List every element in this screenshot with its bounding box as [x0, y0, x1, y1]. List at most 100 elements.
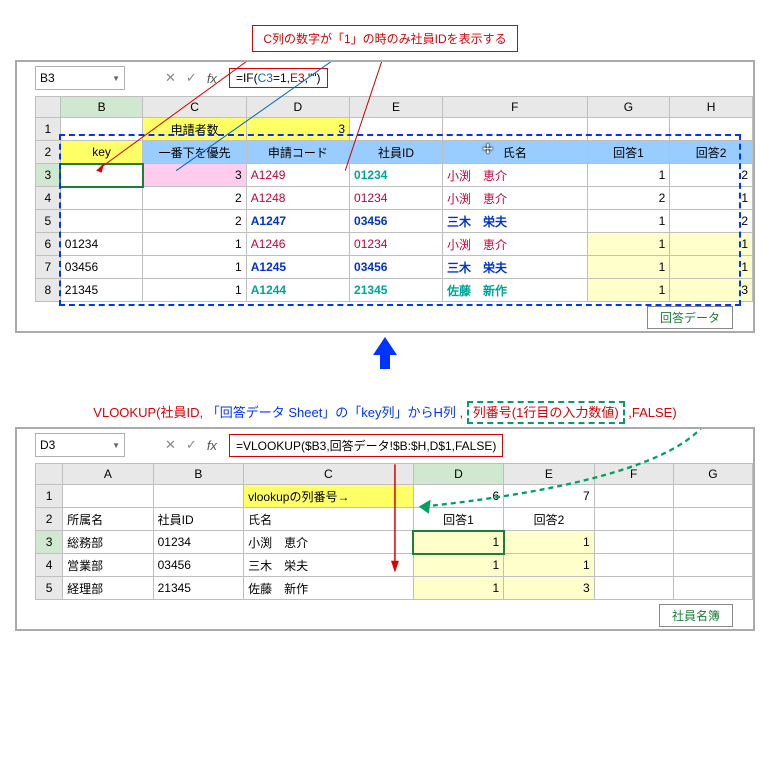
dropdown-icon[interactable]: ▼ — [112, 441, 120, 450]
cell[interactable]: 総務部 — [63, 531, 153, 554]
cell[interactable]: 03456 — [60, 256, 143, 279]
cell[interactable]: 回答1 — [587, 141, 670, 164]
cell[interactable]: 社員ID — [350, 141, 443, 164]
cell[interactable]: 経理部 — [63, 577, 153, 600]
cell[interactable]: 小渕 恵介 — [443, 233, 588, 256]
enter-icon[interactable]: ✓ — [186, 70, 197, 86]
cell[interactable]: 1 — [670, 233, 753, 256]
col-header[interactable]: B — [153, 464, 243, 485]
col-header[interactable]: D — [413, 464, 503, 485]
row-header[interactable]: 3 — [36, 164, 61, 187]
cell[interactable]: 21345 — [153, 577, 243, 600]
cell[interactable]: 氏名 — [244, 508, 414, 531]
cell[interactable]: 21345 — [350, 279, 443, 302]
fx-icon[interactable]: fx — [207, 438, 217, 453]
cell[interactable]: 03456 — [350, 256, 443, 279]
fx-icon[interactable]: fx — [207, 71, 217, 86]
row-header[interactable]: 7 — [36, 256, 61, 279]
cell[interactable]: A1245 — [246, 256, 349, 279]
cell[interactable]: 2 — [670, 164, 753, 187]
cell[interactable]: A1247 — [246, 210, 349, 233]
cell[interactable]: A1244 — [246, 279, 349, 302]
cell[interactable]: 社員ID — [153, 508, 243, 531]
cell[interactable]: A1248 — [246, 187, 349, 210]
cell[interactable]: 01234 — [60, 233, 143, 256]
cell[interactable]: 1 — [670, 256, 753, 279]
cell[interactable] — [60, 210, 143, 233]
cell[interactable]: 1 — [587, 279, 670, 302]
cell[interactable]: 1 — [143, 256, 246, 279]
cell[interactable] — [60, 164, 143, 187]
cell[interactable]: 2 — [587, 187, 670, 210]
cell[interactable]: 営業部 — [63, 554, 153, 577]
cell[interactable]: 回答2 — [504, 508, 594, 531]
cell[interactable]: 01234 — [350, 164, 443, 187]
col-header[interactable]: C — [143, 97, 246, 118]
cell[interactable]: 一番下を優先 — [143, 141, 246, 164]
cell[interactable] — [60, 187, 143, 210]
cell[interactable]: 1 — [504, 554, 594, 577]
cancel-icon[interactable]: ✕ — [165, 437, 176, 453]
cell[interactable]: 01234 — [153, 531, 243, 554]
row-header[interactable]: 5 — [36, 210, 61, 233]
cell[interactable]: 03456 — [350, 210, 443, 233]
col-header[interactable]: F — [594, 464, 673, 485]
row-header[interactable]: 8 — [36, 279, 61, 302]
cell[interactable]: 3 — [246, 118, 349, 141]
cell[interactable]: 03456 — [153, 554, 243, 577]
cell[interactable]: 2 — [670, 210, 753, 233]
cell[interactable]: 3 — [143, 164, 246, 187]
cell[interactable]: 小渕 恵介 — [443, 187, 588, 210]
cell[interactable]: 1 — [670, 187, 753, 210]
sheet-tab[interactable]: 回答データ — [647, 306, 733, 329]
col-header[interactable]: B — [60, 97, 143, 118]
col-header[interactable]: G — [673, 464, 752, 485]
cell[interactable]: 回答1 — [413, 508, 503, 531]
col-header[interactable]: D — [246, 97, 349, 118]
cell[interactable]: 1 — [413, 577, 503, 600]
row-header[interactable]: 1 — [36, 118, 61, 141]
cell[interactable]: key — [60, 141, 143, 164]
cell[interactable]: 1 — [143, 279, 246, 302]
row-header[interactable]: 2 — [36, 141, 61, 164]
cell[interactable]: 回答2 — [670, 141, 753, 164]
sheet-tab[interactable]: 社員名簿 — [659, 604, 733, 627]
cell[interactable]: A1246 — [246, 233, 349, 256]
col-header[interactable]: A — [63, 464, 153, 485]
cell[interactable]: 1 — [587, 164, 670, 187]
cell[interactable]: vlookupの列番号→ — [244, 485, 414, 508]
row-header[interactable]: 6 — [36, 233, 61, 256]
cell[interactable]: 1 — [587, 210, 670, 233]
cell[interactable]: 三木 栄夫 — [244, 554, 414, 577]
cell[interactable]: 21345 — [60, 279, 143, 302]
cell[interactable]: 三木 栄夫 — [443, 210, 588, 233]
formula-bar[interactable]: =IF(C3=1,E3,"") — [225, 67, 753, 89]
row-header[interactable]: 1 — [36, 485, 63, 508]
cancel-icon[interactable]: ✕ — [165, 70, 176, 86]
cell[interactable]: 01234 — [350, 187, 443, 210]
name-box[interactable]: B3 ▼ — [35, 66, 125, 90]
cell[interactable]: 小渕 恵介 — [443, 164, 588, 187]
col-header[interactable]: C — [244, 464, 414, 485]
row-header[interactable]: 2 — [36, 508, 63, 531]
cell[interactable]: 1 — [413, 554, 503, 577]
cell[interactable]: 1 — [143, 233, 246, 256]
cell[interactable]: 1 — [504, 531, 594, 554]
cell[interactable]: 氏名 — [443, 141, 588, 164]
cell[interactable]: 3 — [504, 577, 594, 600]
cell[interactable]: 7 — [504, 485, 594, 508]
cell[interactable]: 三木 栄夫 — [443, 256, 588, 279]
row-header[interactable]: 4 — [36, 187, 61, 210]
cell[interactable]: 2 — [143, 187, 246, 210]
cell[interactable]: A1249 — [246, 164, 349, 187]
row-header[interactable]: 5 — [36, 577, 63, 600]
row-header[interactable]: 3 — [36, 531, 63, 554]
col-header[interactable]: E — [350, 97, 443, 118]
cell[interactable]: 佐藤 新作 — [244, 577, 414, 600]
cell[interactable]: 1 — [413, 531, 503, 554]
col-header[interactable]: H — [670, 97, 753, 118]
col-header[interactable]: E — [504, 464, 594, 485]
enter-icon[interactable]: ✓ — [186, 437, 197, 453]
col-header[interactable]: F — [443, 97, 588, 118]
col-header[interactable]: G — [587, 97, 670, 118]
